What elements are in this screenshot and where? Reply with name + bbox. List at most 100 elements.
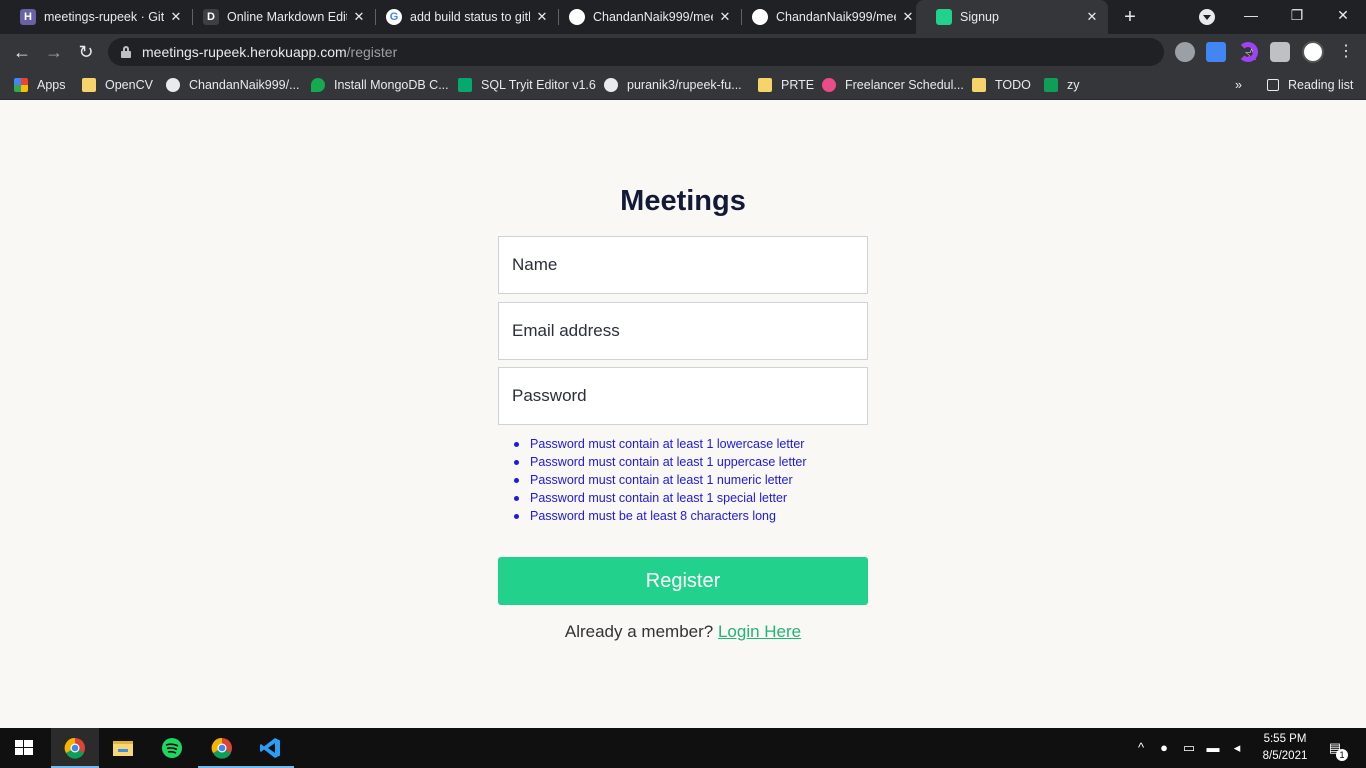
- reading-list-button[interactable]: Reading list: [1267, 76, 1353, 94]
- password-rule: Password must contain at least 1 upperca…: [514, 455, 807, 469]
- bookmark-install-mongodb[interactable]: Install MongoDB C...: [311, 76, 449, 94]
- show-hidden-icons[interactable]: ^: [1133, 740, 1149, 756]
- bookmark-chandannaik[interactable]: ChandanNaik999/...: [166, 76, 300, 94]
- tab-online-markdown-editor[interactable]: D Online Markdown Editor ✕: [183, 0, 375, 34]
- password-rule: Password must contain at least 1 numeric…: [514, 471, 807, 489]
- microphone-icon[interactable]: ●: [1156, 740, 1172, 756]
- bookmark-todo[interactable]: TODO: [972, 76, 1031, 94]
- profile-avatar[interactable]: [1302, 41, 1324, 63]
- bookmark-puranik3[interactable]: puranik3/rupeek-fu...: [604, 76, 742, 94]
- chrome-icon: [64, 737, 85, 759]
- close-tab-icon[interactable]: ✕: [717, 9, 733, 25]
- password-field[interactable]: [498, 367, 868, 425]
- tab-chandannaik-meetings-2[interactable]: ChandanNaik999/meetings ✕: [732, 0, 924, 34]
- windows-taskbar: ^ ● ▭ ▬ ◂ 5:55 PM 8/5/2021 ▤ 1: [0, 728, 1366, 768]
- github-icon: [604, 78, 618, 92]
- window-close-button[interactable]: ✕: [1320, 0, 1366, 30]
- extensions-puzzle-icon[interactable]: [1270, 42, 1290, 62]
- network-icon[interactable]: ▭: [1181, 740, 1197, 756]
- close-tab-icon[interactable]: ✕: [900, 9, 916, 25]
- apps-grid-icon: [14, 78, 28, 92]
- bookmark-opencv[interactable]: OpenCV: [82, 76, 153, 94]
- tab-chandannaik-meetings-1[interactable]: ChandanNaik999/meetings ✕: [549, 0, 741, 34]
- new-tab-button[interactable]: +: [1118, 5, 1142, 29]
- lock-icon[interactable]: [121, 46, 131, 58]
- close-tab-icon[interactable]: ✕: [168, 9, 184, 25]
- bookmark-zy[interactable]: zy: [1044, 76, 1080, 94]
- spotify-icon: [162, 738, 182, 758]
- close-tab-icon[interactable]: ✕: [351, 9, 367, 25]
- close-tab-icon[interactable]: ✕: [1084, 9, 1100, 25]
- register-button[interactable]: Register: [498, 557, 868, 605]
- password-rule: Password must be at least 8 characters l…: [514, 507, 807, 525]
- folder-icon: [113, 741, 133, 756]
- page-title: Meetings: [620, 185, 746, 217]
- browser-menu-icon[interactable]: ⋮: [1334, 40, 1358, 64]
- signup-page: Meetings Password must contain at least …: [0, 103, 1366, 728]
- translate-extension-icon[interactable]: [1206, 42, 1226, 62]
- login-link[interactable]: Login Here: [718, 622, 801, 641]
- bookmark-apps[interactable]: Apps: [14, 76, 66, 94]
- chrome-icon: [211, 737, 232, 759]
- dark-mode-extension-icon[interactable]: [1238, 42, 1258, 62]
- browser-toolbar: ← → ↻ meetings-rupeek.herokuapp.com/regi…: [0, 34, 1366, 70]
- taskbar-file-explorer[interactable]: [99, 728, 147, 768]
- member-text: Already a member?: [564, 622, 718, 641]
- tab-signup[interactable]: Signup ✕: [916, 0, 1108, 34]
- taskbar-spotify[interactable]: [148, 728, 196, 768]
- google-icon: G: [386, 9, 402, 25]
- tab-title: ChandanNaik999/meetings: [776, 10, 896, 24]
- clock-time: 5:55 PM: [1263, 733, 1307, 745]
- mongodb-leaf-icon: [311, 78, 325, 92]
- bookmark-prte[interactable]: PRTE: [758, 76, 814, 94]
- w3schools-icon: [458, 78, 472, 92]
- bookmark-sql-tryit[interactable]: SQL Tryit Editor v1.6: [458, 76, 596, 94]
- github-icon: [569, 9, 585, 25]
- windows-logo-icon: [15, 740, 33, 755]
- address-bar[interactable]: meetings-rupeek.herokuapp.com/register ☆: [108, 38, 1259, 66]
- tab-meetings-rupeek-github[interactable]: H meetings-rupeek · GitHub ✕: [0, 0, 192, 34]
- name-field[interactable]: [498, 236, 868, 294]
- taskbar-vscode[interactable]: [246, 728, 294, 768]
- tab-title: meetings-rupeek · GitHub: [44, 10, 164, 24]
- password-rules-list: Password must contain at least 1 lowerca…: [514, 435, 807, 525]
- github-icon: [752, 9, 768, 25]
- dillinger-icon: D: [203, 9, 219, 25]
- forward-button[interactable]: →: [42, 40, 66, 64]
- restore-button[interactable]: ❐: [1274, 0, 1320, 30]
- github-icon: [166, 78, 180, 92]
- password-rule: Password must contain at least 1 special…: [514, 489, 807, 507]
- close-tab-icon[interactable]: ✕: [534, 9, 550, 25]
- password-rule: Password must contain at least 1 lowerca…: [514, 435, 807, 453]
- sheets-icon: [1044, 78, 1058, 92]
- url-text[interactable]: meetings-rupeek.herokuapp.com/register: [142, 44, 397, 60]
- reading-list-icon: [1267, 79, 1279, 91]
- folder-icon: [758, 78, 772, 92]
- system-clock[interactable]: 5:55 PM 8/5/2021: [1252, 731, 1318, 765]
- minimize-button[interactable]: —: [1228, 0, 1274, 30]
- bookmarks-bar: Apps OpenCV ChandanNaik999/... Install M…: [0, 70, 1366, 100]
- more-bookmarks-icon[interactable]: »: [1235, 76, 1242, 94]
- clock-date: 8/5/2021: [1262, 750, 1308, 762]
- email-field[interactable]: [498, 302, 868, 360]
- page-icon: [936, 9, 952, 25]
- tab-title: ChandanNaik999/meetings: [593, 10, 713, 24]
- notification-badge: 1: [1336, 749, 1348, 761]
- tab-title: add build status to github: [410, 10, 530, 24]
- reload-button[interactable]: ↻: [74, 40, 98, 64]
- bookmark-freelancer[interactable]: Freelancer Schedul...: [822, 76, 964, 94]
- taskbar-chrome[interactable]: [51, 728, 99, 768]
- extension-icon[interactable]: [1175, 42, 1195, 62]
- tab-search-icon[interactable]: [1199, 9, 1215, 25]
- battery-icon[interactable]: ▬: [1205, 740, 1221, 756]
- back-button[interactable]: ←: [10, 40, 34, 64]
- start-button[interactable]: [0, 728, 48, 768]
- login-prompt: Already a member? Login Here: [498, 622, 868, 642]
- tab-add-build-status[interactable]: G add build status to github ✕: [366, 0, 558, 34]
- vscode-icon: [260, 738, 280, 758]
- taskbar-chrome-profile[interactable]: [198, 728, 246, 768]
- dribbble-icon: [822, 78, 836, 92]
- folder-icon: [972, 78, 986, 92]
- heroku-icon: H: [20, 9, 36, 25]
- volume-icon[interactable]: ◂: [1229, 740, 1245, 756]
